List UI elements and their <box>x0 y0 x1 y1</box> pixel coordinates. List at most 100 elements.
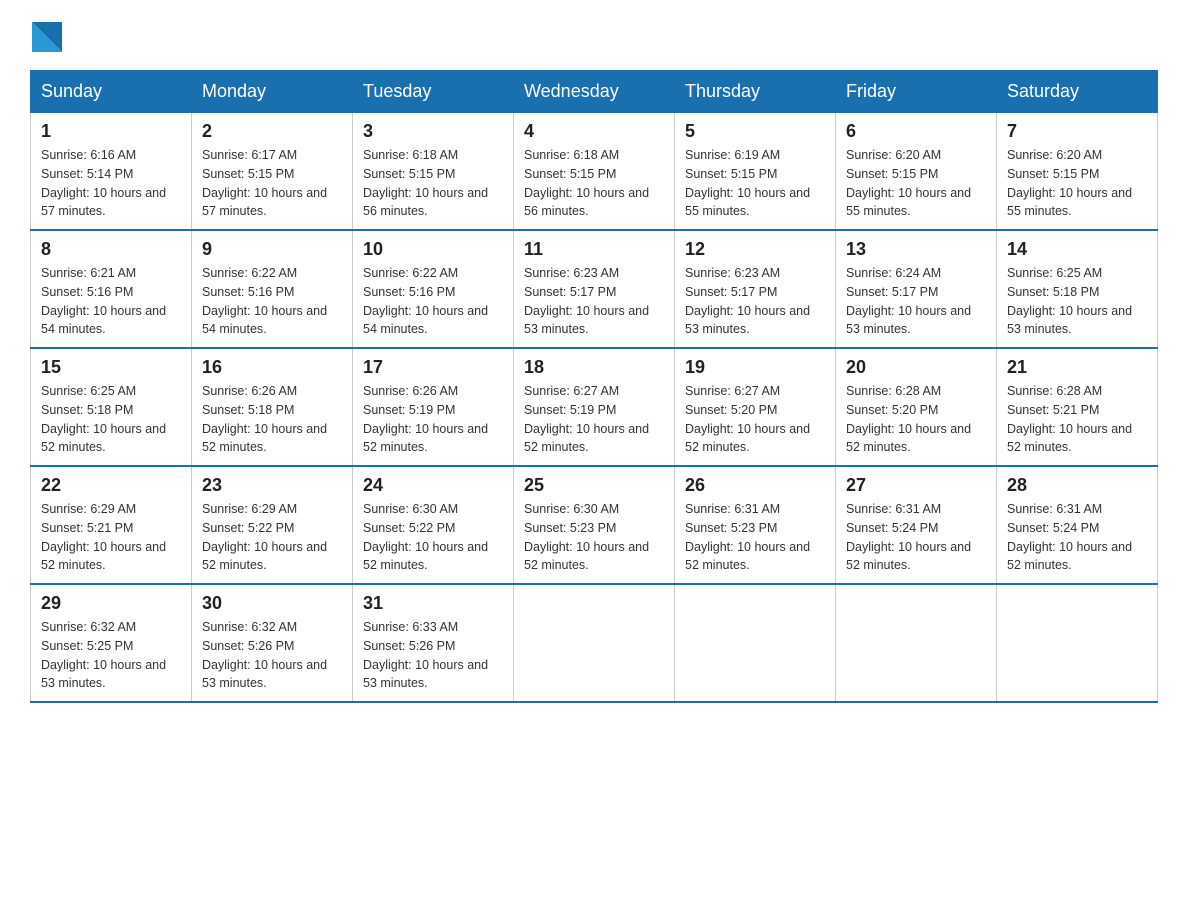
calendar-day-cell: 25 Sunrise: 6:30 AMSunset: 5:23 PMDayligh… <box>514 466 675 584</box>
day-number: 28 <box>1007 475 1147 496</box>
calendar-day-cell: 27Sunrise: 6:31 AMSunset: 5:24 PMDayligh… <box>836 466 997 584</box>
calendar-day-cell: 21Sunrise: 6:28 AMSunset: 5:21 PMDayligh… <box>997 348 1158 466</box>
day-number: 18 <box>524 357 664 378</box>
day-number: 16 <box>202 357 342 378</box>
calendar-week-row: 8 Sunrise: 6:21 AMSunset: 5:16 PMDaylight… <box>31 230 1158 348</box>
day-info: Sunrise: 6:21 AMSunset: 5:16 PMDaylight:… <box>41 264 181 339</box>
day-number: 26 <box>685 475 825 496</box>
day-number: 22 <box>41 475 181 496</box>
day-number: 8 <box>41 239 181 260</box>
calendar-week-row: 15 Sunrise: 6:25 AMSunset: 5:18 PMDayligh… <box>31 348 1158 466</box>
empty-cell <box>514 584 675 702</box>
day-number: 19 <box>685 357 825 378</box>
day-number: 15 <box>41 357 181 378</box>
day-info: Sunrise: 6:18 AMSunset: 5:15 PMDaylight:… <box>363 146 503 221</box>
calendar-day-cell: 24Sunrise: 6:30 AMSunset: 5:22 PMDayligh… <box>353 466 514 584</box>
day-info: Sunrise: 6:22 AMSunset: 5:16 PMDaylight:… <box>363 264 503 339</box>
weekday-header-saturday: Saturday <box>997 71 1158 113</box>
page-header <box>30 20 1158 50</box>
day-info: Sunrise: 6:25 AMSunset: 5:18 PMDaylight:… <box>1007 264 1147 339</box>
day-number: 6 <box>846 121 986 142</box>
calendar-day-cell: 31 Sunrise: 6:33 AMSunset: 5:26 PMDayligh… <box>353 584 514 702</box>
calendar-day-cell: 29 Sunrise: 6:32 AMSunset: 5:25 PMDayligh… <box>31 584 192 702</box>
day-info: Sunrise: 6:31 AMSunset: 5:24 PMDaylight:… <box>1007 500 1147 575</box>
day-info: Sunrise: 6:32 AMSunset: 5:26 PMDaylight:… <box>202 618 342 693</box>
day-number: 7 <box>1007 121 1147 142</box>
logo <box>30 20 64 50</box>
day-info: Sunrise: 6:26 AMSunset: 5:18 PMDaylight:… <box>202 382 342 457</box>
calendar-day-cell: 16 Sunrise: 6:26 AMSunset: 5:18 PMDayligh… <box>192 348 353 466</box>
day-number: 3 <box>363 121 503 142</box>
day-number: 29 <box>41 593 181 614</box>
day-number: 11 <box>524 239 664 260</box>
calendar-day-cell: 1 Sunrise: 6:16 AMSunset: 5:14 PMDaylight… <box>31 113 192 231</box>
day-info: Sunrise: 6:16 AMSunset: 5:14 PMDaylight:… <box>41 146 181 221</box>
day-number: 14 <box>1007 239 1147 260</box>
day-info: Sunrise: 6:29 AMSunset: 5:22 PMDaylight:… <box>202 500 342 575</box>
calendar-table: SundayMondayTuesdayWednesdayThursdayFrid… <box>30 70 1158 703</box>
calendar-day-cell: 18 Sunrise: 6:27 AMSunset: 5:19 PMDayligh… <box>514 348 675 466</box>
day-number: 1 <box>41 121 181 142</box>
weekday-header-thursday: Thursday <box>675 71 836 113</box>
calendar-week-row: 1 Sunrise: 6:16 AMSunset: 5:14 PMDaylight… <box>31 113 1158 231</box>
day-number: 30 <box>202 593 342 614</box>
day-number: 4 <box>524 121 664 142</box>
calendar-day-cell: 15 Sunrise: 6:25 AMSunset: 5:18 PMDayligh… <box>31 348 192 466</box>
day-info: Sunrise: 6:22 AMSunset: 5:16 PMDaylight:… <box>202 264 342 339</box>
weekday-header-monday: Monday <box>192 71 353 113</box>
day-info: Sunrise: 6:29 AMSunset: 5:21 PMDaylight:… <box>41 500 181 575</box>
weekday-header-friday: Friday <box>836 71 997 113</box>
day-number: 2 <box>202 121 342 142</box>
calendar-day-cell: 3 Sunrise: 6:18 AMSunset: 5:15 PMDaylight… <box>353 113 514 231</box>
calendar-day-cell: 22 Sunrise: 6:29 AMSunset: 5:21 PMDayligh… <box>31 466 192 584</box>
day-info: Sunrise: 6:24 AMSunset: 5:17 PMDaylight:… <box>846 264 986 339</box>
day-number: 20 <box>846 357 986 378</box>
calendar-day-cell: 8 Sunrise: 6:21 AMSunset: 5:16 PMDaylight… <box>31 230 192 348</box>
day-info: Sunrise: 6:30 AMSunset: 5:23 PMDaylight:… <box>524 500 664 575</box>
day-number: 5 <box>685 121 825 142</box>
calendar-day-cell: 4 Sunrise: 6:18 AMSunset: 5:15 PMDaylight… <box>514 113 675 231</box>
day-info: Sunrise: 6:19 AMSunset: 5:15 PMDaylight:… <box>685 146 825 221</box>
calendar-week-row: 22 Sunrise: 6:29 AMSunset: 5:21 PMDayligh… <box>31 466 1158 584</box>
day-number: 21 <box>1007 357 1147 378</box>
calendar-day-cell: 30 Sunrise: 6:32 AMSunset: 5:26 PMDayligh… <box>192 584 353 702</box>
empty-cell <box>997 584 1158 702</box>
day-info: Sunrise: 6:17 AMSunset: 5:15 PMDaylight:… <box>202 146 342 221</box>
empty-cell <box>836 584 997 702</box>
day-info: Sunrise: 6:25 AMSunset: 5:18 PMDaylight:… <box>41 382 181 457</box>
day-number: 17 <box>363 357 503 378</box>
calendar-day-cell: 5 Sunrise: 6:19 AMSunset: 5:15 PMDaylight… <box>675 113 836 231</box>
calendar-week-row: 29 Sunrise: 6:32 AMSunset: 5:25 PMDayligh… <box>31 584 1158 702</box>
day-info: Sunrise: 6:32 AMSunset: 5:25 PMDaylight:… <box>41 618 181 693</box>
calendar-day-cell: 6Sunrise: 6:20 AMSunset: 5:15 PMDaylight… <box>836 113 997 231</box>
day-number: 31 <box>363 593 503 614</box>
day-info: Sunrise: 6:31 AMSunset: 5:23 PMDaylight:… <box>685 500 825 575</box>
day-number: 25 <box>524 475 664 496</box>
calendar-day-cell: 2 Sunrise: 6:17 AMSunset: 5:15 PMDaylight… <box>192 113 353 231</box>
day-number: 10 <box>363 239 503 260</box>
calendar-day-cell: 17Sunrise: 6:26 AMSunset: 5:19 PMDayligh… <box>353 348 514 466</box>
weekday-header-row: SundayMondayTuesdayWednesdayThursdayFrid… <box>31 71 1158 113</box>
calendar-day-cell: 14 Sunrise: 6:25 AMSunset: 5:18 PMDayligh… <box>997 230 1158 348</box>
day-number: 24 <box>363 475 503 496</box>
day-info: Sunrise: 6:33 AMSunset: 5:26 PMDaylight:… <box>363 618 503 693</box>
logo-icon <box>32 22 62 52</box>
calendar-day-cell: 10 Sunrise: 6:22 AMSunset: 5:16 PMDayligh… <box>353 230 514 348</box>
day-info: Sunrise: 6:31 AMSunset: 5:24 PMDaylight:… <box>846 500 986 575</box>
calendar-day-cell: 13Sunrise: 6:24 AMSunset: 5:17 PMDayligh… <box>836 230 997 348</box>
day-number: 12 <box>685 239 825 260</box>
calendar-day-cell: 7Sunrise: 6:20 AMSunset: 5:15 PMDaylight… <box>997 113 1158 231</box>
calendar-day-cell: 23Sunrise: 6:29 AMSunset: 5:22 PMDayligh… <box>192 466 353 584</box>
calendar-day-cell: 19Sunrise: 6:27 AMSunset: 5:20 PMDayligh… <box>675 348 836 466</box>
weekday-header-wednesday: Wednesday <box>514 71 675 113</box>
calendar-day-cell: 9Sunrise: 6:22 AMSunset: 5:16 PMDaylight… <box>192 230 353 348</box>
calendar-day-cell: 26 Sunrise: 6:31 AMSunset: 5:23 PMDayligh… <box>675 466 836 584</box>
day-info: Sunrise: 6:28 AMSunset: 5:20 PMDaylight:… <box>846 382 986 457</box>
day-info: Sunrise: 6:23 AMSunset: 5:17 PMDaylight:… <box>524 264 664 339</box>
calendar-day-cell: 28 Sunrise: 6:31 AMSunset: 5:24 PMDayligh… <box>997 466 1158 584</box>
empty-cell <box>675 584 836 702</box>
day-info: Sunrise: 6:18 AMSunset: 5:15 PMDaylight:… <box>524 146 664 221</box>
day-info: Sunrise: 6:27 AMSunset: 5:19 PMDaylight:… <box>524 382 664 457</box>
weekday-header-sunday: Sunday <box>31 71 192 113</box>
day-info: Sunrise: 6:23 AMSunset: 5:17 PMDaylight:… <box>685 264 825 339</box>
